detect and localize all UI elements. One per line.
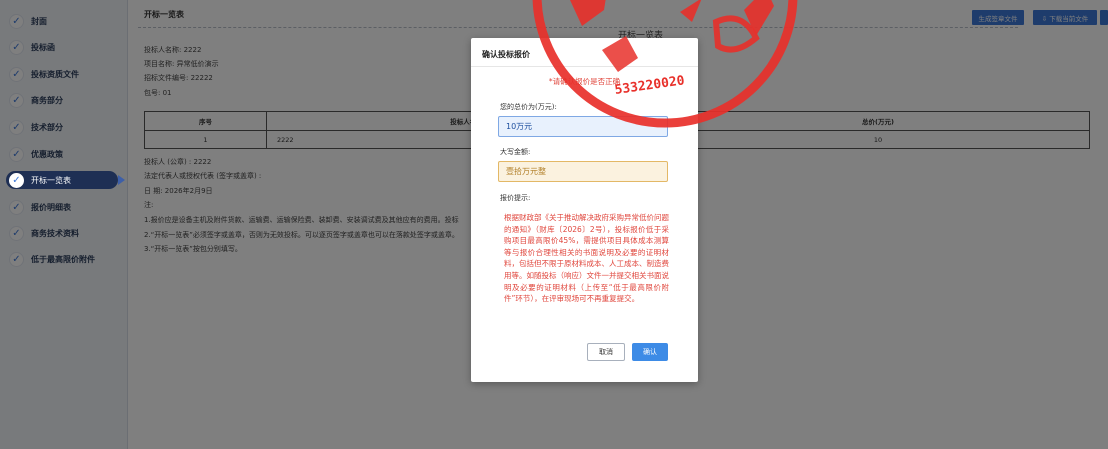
price-hint-label: 报价提示:: [500, 194, 531, 202]
check-icon: ✓: [9, 172, 24, 188]
cancel-button[interactable]: 取消: [587, 343, 625, 361]
official-seal-stamp: 533220020: [532, 0, 798, 128]
uppercase-amount-field[interactable]: [498, 161, 668, 182]
dialog-title: 确认投标报价: [482, 50, 530, 59]
active-arrow-icon: [118, 175, 125, 185]
price-hint-text: 根据财政部《关于推动解决政府采购异常低价问题的通知》（财库〔2026〕2号），投…: [504, 213, 669, 304]
uppercase-amount-label: 大写金额:: [500, 148, 531, 156]
confirm-button[interactable]: 确认: [632, 343, 668, 361]
sidebar-item-label: 开标一览表: [31, 175, 71, 185]
seal-number: 533220020: [614, 73, 686, 98]
